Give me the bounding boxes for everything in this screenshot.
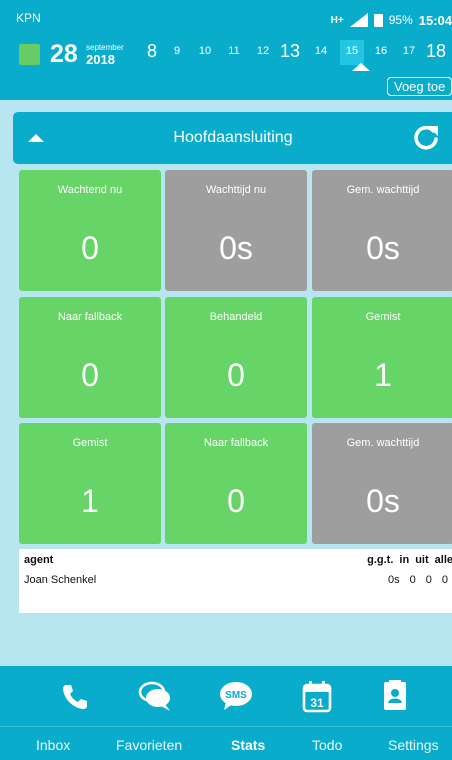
agent-table: agent g.g.t. in uit alle Joan Schenkel 0… — [19, 549, 452, 613]
agent-ggt: 0s — [388, 574, 400, 586]
tab-inbox[interactable]: Inbox — [36, 737, 70, 753]
stat-tile[interactable]: Behandeld 0 — [165, 297, 307, 418]
stat-tile-value: 0 — [227, 357, 245, 393]
stat-tile-value: 0s — [219, 230, 253, 266]
stat-tile-label: Gemist — [365, 311, 401, 323]
stat-tile-value: 1 — [81, 483, 99, 519]
clock: 15:04 — [418, 12, 452, 28]
agent-in: 0 — [409, 574, 416, 586]
signal-icon — [349, 13, 368, 27]
day-item[interactable]: 17 — [397, 45, 421, 57]
current-month: september — [86, 43, 124, 52]
status-indicator[interactable] — [19, 44, 40, 65]
stat-tile[interactable]: Wachtend nu 0 — [19, 170, 161, 291]
stat-tile-label: Naar fallback — [57, 311, 123, 323]
stat-tile-value: 0 — [227, 483, 245, 519]
stat-tile-value: 0 — [81, 230, 99, 266]
sms-icon-text: SMS — [225, 690, 247, 701]
stat-tile-label: Wachtend nu — [57, 184, 123, 196]
stat-tile-label: Gem. wachttijd — [346, 437, 420, 449]
day-item[interactable]: 16 — [369, 45, 393, 57]
tab-settings[interactable]: Settings — [388, 737, 439, 753]
ggt-column-header: g.g.t. — [367, 554, 394, 566]
bottom-icon-bar: SMS 31 — [0, 666, 452, 726]
battery-percent: 95% — [388, 13, 413, 27]
agent-uit: 0 — [425, 574, 432, 586]
carrier-label: KPN — [16, 11, 41, 25]
bottom-tab-bar: Inbox Favorieten Stats Todo Settings — [0, 726, 452, 760]
agent-table-header-stats: g.g.t. in uit alle — [367, 554, 452, 566]
stat-tile-value: 1 — [374, 357, 392, 393]
day-item[interactable]: 15 — [340, 40, 364, 65]
day-item[interactable]: 10 — [193, 45, 217, 57]
sms-icon[interactable]: SMS — [218, 678, 254, 714]
stat-tile[interactable]: Naar fallback 0 — [165, 423, 307, 544]
stat-tile[interactable]: Gem. wachttijd 0s — [312, 423, 452, 544]
day-item[interactable]: 9 — [165, 45, 189, 57]
day-item[interactable]: 8 — [140, 41, 164, 62]
add-button[interactable]: Voeg toe — [387, 77, 452, 96]
stat-tile[interactable]: Gemist 1 — [19, 423, 161, 544]
stat-tile-label: Gem. wachttijd — [346, 184, 420, 196]
section-header[interactable]: Hoofdaansluiting — [13, 112, 452, 164]
network-type: H+ — [330, 14, 344, 26]
stat-tile[interactable]: Gem. wachttijd 0s — [312, 170, 452, 291]
stat-tile-label: Behandeld — [209, 311, 263, 323]
stat-tile[interactable]: Naar fallback 0 — [19, 297, 161, 418]
day-item[interactable]: 11 — [222, 45, 246, 57]
selected-day-arrow-icon — [352, 63, 370, 71]
agent-name: Joan Schenkel — [24, 574, 97, 586]
current-year: 2018 — [86, 52, 115, 67]
refresh-icon[interactable] — [413, 124, 439, 150]
day-item[interactable]: 13 — [278, 41, 302, 62]
table-row: 0s 0 0 0 — [388, 574, 448, 586]
phone-icon[interactable] — [57, 678, 93, 714]
uit-column-header: uit — [415, 554, 429, 566]
stat-tile-label: Wachttijd nu — [205, 184, 267, 196]
status-bar: KPN H+ 95% 15:04 — [0, 0, 452, 40]
day-item[interactable]: 12 — [251, 45, 275, 57]
agent-alle: 0 — [441, 574, 448, 586]
contact-icon[interactable] — [377, 678, 413, 714]
action-bar: Voeg toe — [0, 72, 452, 100]
day-item[interactable]: 18 — [424, 41, 448, 62]
alle-column-header: alle — [434, 554, 452, 566]
stat-tile[interactable]: Wachttijd nu 0s — [165, 170, 307, 291]
stat-tile-label: Gemist — [72, 437, 108, 449]
in-column-header: in — [399, 554, 410, 566]
battery-icon — [373, 13, 383, 27]
stat-tile-value: 0s — [366, 230, 400, 266]
stat-tile-label: Naar fallback — [203, 437, 269, 449]
stat-tile-value: 0s — [366, 483, 400, 519]
section-title: Hoofdaansluiting — [173, 129, 293, 146]
calendar-icon[interactable]: 31 — [299, 678, 335, 714]
tab-todo[interactable]: Todo — [312, 737, 342, 753]
system-tray: H+ 95% 15:04 — [331, 6, 452, 34]
tab-favorieten[interactable]: Favorieten — [116, 737, 182, 753]
agent-column-header: agent — [24, 554, 54, 566]
calendar-icon-text: 31 — [310, 696, 324, 710]
tab-stats[interactable]: Stats — [231, 737, 265, 753]
chat-icon[interactable] — [137, 678, 173, 714]
current-day: 28 — [50, 40, 78, 68]
day-item[interactable]: 14 — [309, 45, 333, 57]
stat-tile[interactable]: Gemist 1 — [312, 297, 452, 418]
stat-tile-value: 0 — [81, 357, 99, 393]
